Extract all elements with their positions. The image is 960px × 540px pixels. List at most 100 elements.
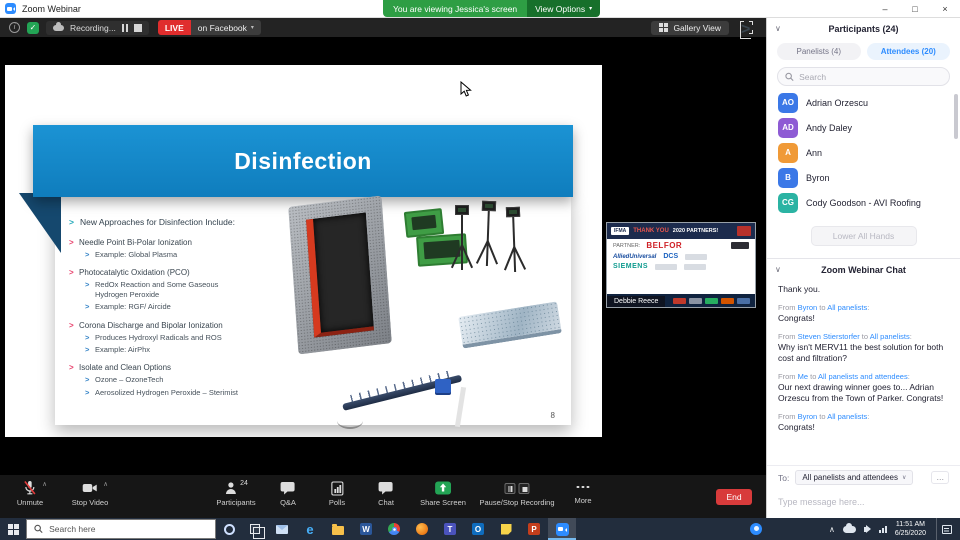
partner-logo	[655, 263, 678, 270]
edge-icon[interactable]: e	[296, 518, 324, 540]
teams-icon[interactable]: T	[436, 518, 464, 540]
chat-message-meta: From Me to All panelists and attendees	[778, 372, 949, 381]
zoom-taskbar-icon[interactable]	[548, 518, 576, 540]
taskbar-search-input[interactable]	[49, 524, 208, 534]
taskbar-search[interactable]	[26, 519, 216, 539]
participant-row[interactable]: B Byron	[767, 165, 960, 190]
belfor-logo: BELFOR	[646, 241, 683, 250]
slide-bullet: Needle Point Bi-Polar Ionization	[69, 238, 294, 247]
chevron-up-icon[interactable]: ∧	[42, 480, 47, 488]
scrollbar[interactable]	[954, 94, 958, 139]
network-icon[interactable]	[878, 525, 887, 533]
stop-recording-icon[interactable]	[133, 23, 142, 32]
to-label: To:	[778, 472, 790, 483]
chevron-up-icon[interactable]: ∧	[103, 480, 108, 488]
sticky-notes-icon[interactable]	[492, 518, 520, 540]
view-options-button[interactable]: View Options ▾	[527, 0, 601, 17]
participant-row[interactable]: AD Andy Daley	[767, 115, 960, 140]
window-titlebar: Zoom Webinar You are viewing Jessica's s…	[0, 0, 960, 18]
collapse-chat-icon[interactable]: ∨	[775, 266, 781, 274]
participant-row[interactable]: CG Cody Goodson - AVI Roofing	[767, 190, 960, 215]
chrome-icon[interactable]	[380, 518, 408, 540]
chat-button[interactable]: Chat	[378, 480, 394, 507]
allied-universal-logo: AlliedUniversal	[613, 253, 657, 260]
unmute-button[interactable]: ∧ Unmute	[17, 480, 47, 507]
file-explorer-icon[interactable]	[324, 518, 352, 540]
powerpoint-icon[interactable]: P	[520, 518, 548, 540]
partner-logo	[737, 226, 751, 236]
slide-image-tripod-device	[500, 206, 528, 274]
qa-button[interactable]: Q&A	[280, 480, 296, 507]
firefox-icon[interactable]	[408, 518, 436, 540]
participants-header: ∨ Participants (24)	[767, 18, 960, 40]
system-tray: ∧ 11:51 AM 6/25/2020	[829, 518, 960, 540]
clock-date: 6/25/2020	[894, 530, 926, 537]
volume-icon[interactable]	[863, 524, 871, 533]
partner-logo	[673, 297, 686, 304]
share-screen-button[interactable]: Share Screen	[420, 480, 466, 507]
live-badge: LIVE	[157, 20, 191, 35]
close-button[interactable]: ×	[930, 0, 960, 17]
chat-more-button[interactable]: ...	[931, 471, 949, 484]
participants-button[interactable]: 24 Participants	[216, 480, 255, 507]
meeting-info-icon[interactable]: i	[9, 22, 20, 33]
search-input[interactable]	[799, 71, 942, 82]
chat-message-list[interactable]: Thank you. From Byron to All panelists C…	[767, 281, 960, 465]
slide-bullet: Example: RGF/ Aircide	[85, 302, 243, 312]
polls-button[interactable]: Polls	[329, 480, 345, 507]
sidebar-panel: ∨ Participants (24) Panelists (4) Attend…	[766, 18, 960, 518]
tab-panelists[interactable]: Panelists (4)	[777, 43, 861, 60]
participants-tabs: Panelists (4) Attendees (20)	[767, 40, 960, 64]
chat-recipient-row: To: All panelists and attendees ∨ ...	[767, 465, 960, 489]
fullscreen-icon[interactable]	[740, 21, 753, 39]
mail-icon[interactable]	[268, 518, 296, 540]
chat-message-input[interactable]	[778, 497, 949, 507]
hidden-icons-chevron[interactable]: ∧	[829, 525, 835, 534]
word-icon[interactable]: W	[352, 518, 380, 540]
presentation-slide: Disinfection New Approaches for Disinfec…	[5, 65, 602, 437]
taskbar-people-icon[interactable]	[750, 523, 762, 535]
end-meeting-button[interactable]: End	[716, 489, 752, 505]
pause-recording-icon[interactable]	[504, 482, 516, 494]
security-shield-icon[interactable]: ✓	[27, 21, 39, 34]
recording-label: Recording...	[70, 22, 116, 33]
taskbar-clock[interactable]: 11:51 AM 6/25/2020	[895, 520, 926, 539]
slide-image-tripod-device	[449, 205, 475, 271]
minimize-button[interactable]: –	[870, 0, 900, 17]
cortana-button[interactable]	[216, 518, 242, 540]
notification-icon	[941, 524, 952, 534]
collapse-participants-icon[interactable]: ∨	[775, 25, 781, 33]
participant-row[interactable]: AO Adrian Orzescu	[767, 90, 960, 115]
action-center-button[interactable]	[936, 518, 956, 540]
slide-bullet: Produces Hydroxyl Radicals and ROS	[85, 333, 243, 343]
stop-video-button[interactable]: ∧ Stop Video	[72, 480, 109, 507]
zoom-webinar-window: Zoom Webinar You are viewing Jessica's s…	[0, 0, 960, 540]
participant-row[interactable]: A Ann	[767, 140, 960, 165]
participants-list: AO Adrian Orzescu AD Andy Daley A Ann B …	[767, 90, 960, 215]
start-button[interactable]	[0, 518, 26, 540]
outlook-icon[interactable]: O	[464, 518, 492, 540]
pause-stop-recording-button[interactable]: Pause/Stop Recording	[479, 480, 555, 507]
lower-all-hands-button[interactable]: Lower All Hands	[810, 226, 917, 246]
pause-recording-icon[interactable]	[121, 23, 128, 32]
task-view-button[interactable]	[242, 518, 268, 540]
live-stream-indicator: LIVE on Facebook ▾	[157, 20, 261, 35]
maximize-button[interactable]: □	[900, 0, 930, 17]
more-button[interactable]: More	[574, 480, 592, 505]
windows-logo-icon	[7, 523, 19, 535]
speaker-video-thumbnail[interactable]: IFMA THANK YOU 2020 PARTNERS! PARTNER: B…	[606, 222, 756, 308]
onedrive-icon[interactable]	[842, 522, 856, 533]
cloud-recording-icon	[53, 22, 64, 31]
gallery-view-button[interactable]: Gallery View	[651, 20, 729, 35]
avatar: A	[778, 142, 798, 163]
share-screen-icon	[435, 481, 451, 495]
chat-message: From Steven Stierstorfer to All panelist…	[778, 332, 949, 364]
live-target-button[interactable]: on Facebook ▾	[190, 20, 261, 35]
chat-message: From Me to All panelists and attendees O…	[778, 372, 949, 404]
stop-recording-icon[interactable]	[518, 482, 530, 494]
participants-title: Participants (24)	[828, 24, 899, 34]
webinar-toolbar: ∧ Unmute ∧ Stop Video 24 Participants Q&…	[0, 475, 766, 518]
tab-attendees[interactable]: Attendees (20)	[866, 43, 950, 60]
slide-page-number: 8	[550, 411, 555, 420]
recipient-dropdown[interactable]: All panelists and attendees ∨	[795, 470, 914, 485]
